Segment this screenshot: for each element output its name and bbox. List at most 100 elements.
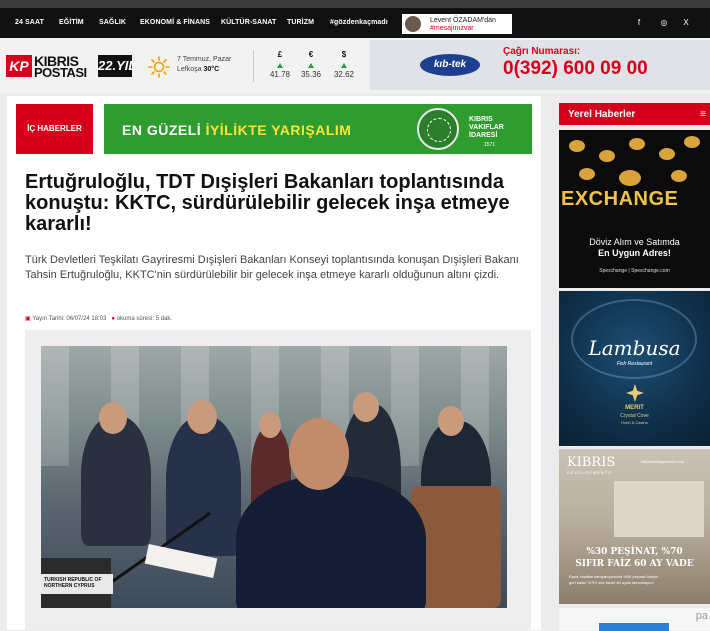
fx-value: 35.36 (300, 70, 322, 79)
coin-graphic (599, 150, 615, 162)
ad-text: Hotel & Casino (621, 420, 648, 425)
fx-usd: $ 32.62 (329, 50, 359, 79)
category-badge[interactable]: İÇ HABERLER (16, 104, 93, 154)
call-number: 0(392) 600 09 00 (503, 58, 648, 79)
facebook-icon[interactable]: f (635, 19, 643, 27)
avatar (405, 16, 421, 32)
x-icon[interactable]: X (682, 19, 690, 27)
photo-person (81, 416, 151, 546)
coin-graphic (579, 168, 595, 180)
call-label: Çağrı Numarası: (503, 46, 581, 57)
coin-graphic (569, 140, 585, 152)
banner-slogan: EN GÜZELİ İYİLİKTE YARIŞALIM (122, 122, 352, 138)
up-arrow-icon (277, 63, 283, 68)
up-arrow-icon (341, 63, 347, 68)
nav-item-egitim[interactable]: EĞİTİM (59, 19, 84, 26)
ad-url: kibrisdevelopments.com (641, 459, 684, 464)
photo-face (187, 400, 217, 434)
nav-item-turizm[interactable]: TURİZM (287, 19, 314, 26)
banner-year: 1571 (484, 142, 496, 148)
kibris-developments-ad[interactable]: KIBRIS DEVELOPMENTS kibrisdevelopments.c… (559, 449, 710, 604)
menu-icon[interactable]: ≡ (700, 109, 706, 120)
coin-graphic (659, 148, 675, 160)
ad-brand: EXCHANGE (561, 188, 679, 210)
weather-temperature: 30°C (203, 66, 220, 73)
ad-text: En Uygun Adres! (598, 248, 671, 258)
nav-item-kultur-sanat[interactable]: KÜLTÜR-SANAT (221, 19, 276, 26)
top-strip (0, 0, 710, 8)
spexchange-ad[interactable]: EXCHANGE Döviz Alım ve Satımda En Uygun … (559, 130, 710, 288)
lambusa-ad[interactable]: Lambusa Fish Restaurant MERIT Crystal Co… (559, 291, 710, 446)
sidebar: Yerel Haberler ≡ EXCHANGE Döviz Alım ve … (559, 103, 710, 631)
site-logo[interactable]: KP KIBRIS POSTASI 22.YIL (6, 53, 136, 80)
photo-speaker (236, 476, 426, 608)
divider (253, 50, 254, 82)
seal-icon (417, 108, 459, 150)
logo-text: POSTASI (34, 65, 87, 80)
interior-graphic (614, 481, 704, 537)
fx-value: 41.78 (269, 70, 291, 79)
columnist-highlight[interactable]: Levent ÖZADAM'dan #mesajınızvar (402, 14, 512, 34)
up-arrow-icon (308, 63, 314, 68)
merit-emblem-icon (626, 384, 644, 402)
ad-footer: Spexchange | Spexchange.com (599, 268, 670, 274)
site-header: KP KIBRIS POSTASI 22.YIL 7 Temmuz, Pazar… (0, 38, 710, 93)
flame-icon: ● (111, 316, 116, 322)
nav-item-gozdenkacmadi[interactable]: #gözdenkaçmadı (330, 19, 388, 26)
ad-brand: Lambusa (588, 336, 681, 360)
article-main: İÇ HABERLER EN GÜZELİ İYİLİKTE YARIŞALIM… (7, 96, 541, 630)
ad-headline: %30 PEŞİNAT, %70 (586, 547, 683, 557)
sun-icon (148, 56, 170, 78)
ad-text: Eşsiz fırsatlar kampanyamızla %30 peşina… (569, 574, 659, 579)
coin-graphic (684, 136, 700, 148)
photo-name-card: TURKISH REPUBLIC OF NORTHERN CYPRUS (41, 574, 113, 594)
weather-date: 7 Temmuz, Pazar (177, 56, 232, 63)
logo-mark: KP (6, 55, 32, 77)
ad-headline: SIFIR FAİZ 60 AY VADE (575, 559, 694, 569)
fx-gbp: £ 41.78 (265, 50, 295, 79)
nav-item-24-saat[interactable]: 24 SAAT (15, 19, 44, 26)
ad-text: Döviz Alım ve Satımda (589, 237, 680, 247)
partial-ad[interactable]: pa (559, 608, 710, 631)
article-meta: ▣ Yayın Tarihi: 06/07/24 18:03 ● okuma s… (25, 315, 172, 322)
sidebar-header: Yerel Haberler ≡ (559, 103, 710, 125)
banner-org: İDARESİ (469, 132, 498, 139)
read-time: okuma süresi: 5 dak. (116, 316, 173, 322)
coin-graphic (629, 138, 645, 150)
article-photo[interactable]: TURKISH REPUBLIC OF NORTHERN CYPRUS (41, 346, 507, 608)
ad-brand: KIBRIS (567, 455, 616, 470)
columnist-name: Levent ÖZADAM'dan (430, 17, 496, 24)
ad-text: geri kalan %70'i sıfır faizle 60 ayda ta… (569, 580, 654, 585)
coin-graphic (671, 170, 687, 182)
vakiflar-ad-banner[interactable]: EN GÜZELİ İYİLİKTE YARIŞALIM KIBRIS VAKI… (104, 104, 532, 154)
photo-face (99, 402, 127, 434)
article-headline: Ertuğruloğlu, TDT Dışişleri Bakanları to… (25, 171, 510, 235)
fx-value: 32.62 (333, 70, 355, 79)
calendar-icon: ▣ (25, 316, 31, 322)
sidebar-title[interactable]: Yerel Haberler (568, 109, 635, 120)
ad-subtitle: Fish Restaurant (616, 361, 653, 367)
ad-brand: MERIT (625, 405, 644, 411)
publish-date: Yayın Tarihi: 06/07/24 18:03 (32, 316, 107, 322)
photo-face (353, 392, 379, 422)
nav-item-saglik[interactable]: SAĞLIK (99, 19, 126, 26)
nav-item-ekonomi[interactable]: EKONOMİ & FİNANS (140, 19, 210, 26)
fx-eur: € 35.36 (296, 50, 326, 79)
columnist-hashtag: #mesajınızvar (430, 25, 474, 32)
logo-anniversary: 22.YIL (98, 55, 136, 77)
banner-org: VAKIFLAR (469, 124, 504, 131)
top-navigation: 24 SAAT EĞİTİM SAĞLIK EKONOMİ & FİNANS K… (0, 8, 710, 38)
weather-city: Lefkoşa 30°C (177, 66, 220, 73)
kibtek-ad-banner[interactable]: kıb-tek Çağrı Numarası: 0(392) 600 09 00 (370, 40, 710, 90)
article-photo-frame: TURKISH REPUBLIC OF NORTHERN CYPRUS (25, 330, 531, 630)
instagram-icon[interactable]: ◎ (660, 19, 668, 27)
photo-face (438, 406, 464, 436)
kibtek-logo: kıb-tek (420, 54, 480, 76)
ad-text: Crystal Cove (620, 413, 649, 419)
photo-speaker-face (289, 418, 349, 490)
article-summary: Türk Devletleri Teşkilatı Gayriresmi Dış… (25, 254, 519, 281)
ad-subtitle: DEVELOPMENTS (567, 470, 612, 475)
banner-org: KIBRIS (469, 116, 493, 123)
coin-graphic (619, 170, 641, 186)
photo-face (259, 412, 281, 438)
